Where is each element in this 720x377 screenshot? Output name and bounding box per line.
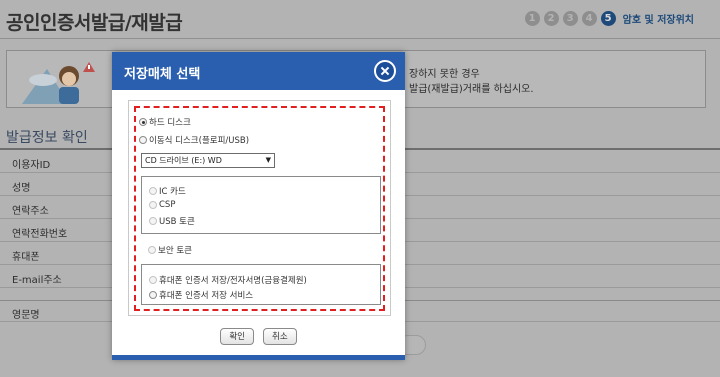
confirm-button[interactable]: 확인 <box>220 328 254 345</box>
drive-select[interactable]: CD 드라이브 (E:) WD ▼ <box>141 153 275 168</box>
radio-phone-cert-service[interactable] <box>149 291 157 299</box>
notice-line-1: 장하지 못한 경우 <box>409 69 480 80</box>
info-label: 영문명 <box>12 310 40 321</box>
step-1: 1 <box>524 11 540 26</box>
cancel-button[interactable]: 취소 <box>263 328 297 345</box>
step-4: 4 <box>581 11 597 26</box>
option-usb-token[interactable]: USB 토큰 <box>149 215 195 227</box>
option-ic-card[interactable]: IC 카드 <box>149 185 186 197</box>
dialog-footer-bar <box>112 355 405 360</box>
radio-ic-card[interactable] <box>149 187 157 195</box>
info-label: 연락주소 <box>12 206 49 217</box>
active-step-label: 암호 및 저장위치 <box>622 15 694 26</box>
option-label: IC 카드 <box>159 187 186 197</box>
phone-cert-group: 휴대폰 인증서 저장/전자서명(금융결제원) 휴대폰 인증서 저장 서비스 <box>141 264 381 305</box>
option-phone-cert-storage[interactable]: 휴대폰 인증서 저장/전자서명(금융결제원) <box>149 274 307 286</box>
option-hard-disk[interactable]: 하드 디스크 <box>139 116 191 128</box>
info-label: 연락전화번호 <box>12 229 68 240</box>
chevron-down-icon: ▼ <box>265 156 271 164</box>
option-label: 이동식 디스크(플로피/USB) <box>149 136 250 146</box>
option-label: 휴대폰 인증서 저장 서비스 <box>159 291 254 301</box>
page-title: 공인인증서발급/재발급 <box>6 12 183 34</box>
options-panel: 하드 디스크 이동식 디스크(플로피/USB) CD 드라이브 (E:) WD … <box>128 100 391 316</box>
hardware-token-group: IC 카드 CSP USB 토큰 <box>141 176 381 234</box>
highlight-dashed-box: 하드 디스크 이동식 디스크(플로피/USB) CD 드라이브 (E:) WD … <box>134 106 385 311</box>
info-label: 휴대폰 <box>12 252 40 263</box>
radio-hard-disk[interactable] <box>139 118 147 126</box>
info-label: E-mail주소 <box>12 275 62 286</box>
radio-usb-token[interactable] <box>149 217 157 225</box>
option-label: 휴대폰 인증서 저장/전자서명(금융결제원) <box>159 276 307 286</box>
option-security-token[interactable]: 보안 토큰 <box>148 244 192 256</box>
title-divider <box>0 38 720 39</box>
radio-removable-disk[interactable] <box>139 136 147 144</box>
step-2: 2 <box>543 11 559 26</box>
radio-phone-cert-storage[interactable] <box>149 276 157 284</box>
radio-csp[interactable] <box>149 201 157 209</box>
info-label: 성명 <box>12 183 31 194</box>
option-csp[interactable]: CSP <box>149 200 175 210</box>
step-5: 5 <box>600 11 616 26</box>
drive-select-value: CD 드라이브 (E:) WD <box>145 156 222 165</box>
step-3: 3 <box>562 11 578 26</box>
option-label: CSP <box>159 200 176 210</box>
storage-media-dialog: 저장매체 선택 하드 디스크 이동식 디스크(플로피/USB) CD 드라이브 … <box>112 52 405 360</box>
notice-text: 장하지 못한 경우 발급(재발급)거래를 하십시오. <box>409 67 534 97</box>
section-title: 발급정보 확인 <box>6 130 88 146</box>
close-icon[interactable] <box>374 60 396 82</box>
dialog-buttons: 확인 취소 <box>112 328 405 345</box>
option-label: 하드 디스크 <box>149 118 191 128</box>
step-indicator: 1 2 3 4 5 암호 및 저장위치 <box>524 11 694 26</box>
option-phone-cert-service[interactable]: 휴대폰 인증서 저장 서비스 <box>149 289 253 301</box>
radio-security-token[interactable] <box>148 246 156 254</box>
notice-line-2: 발급(재발급)거래를 하십시오. <box>409 84 534 95</box>
dialog-header: 저장매체 선택 <box>112 52 405 90</box>
support-agent-illustration <box>22 62 95 104</box>
dialog-title: 저장매체 선택 <box>124 67 201 82</box>
info-label: 이용자ID <box>12 160 51 171</box>
option-label: 보안 토큰 <box>158 246 192 256</box>
option-removable-disk[interactable]: 이동식 디스크(플로피/USB) <box>139 134 249 146</box>
option-label: USB 토큰 <box>159 217 195 227</box>
